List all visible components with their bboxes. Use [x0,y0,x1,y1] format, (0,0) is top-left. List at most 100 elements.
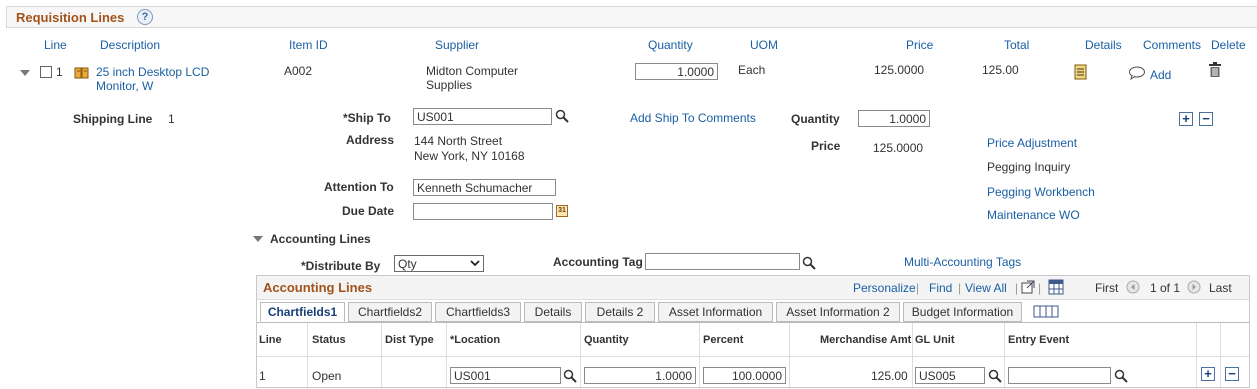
line-supplier: Midton Computer [426,64,519,78]
ship-quantity-input[interactable]: 1.0000 [858,110,930,127]
show-all-columns-icon[interactable] [1027,302,1065,322]
add-shipping-line-button[interactable]: + [1179,112,1193,126]
grid-col-merch-amt: Merchandise Amt [820,334,912,346]
download-spreadsheet-icon[interactable] [1048,279,1064,295]
grid-entry-event-input[interactable] [1008,367,1111,384]
add-ship-to-comments-link[interactable]: Add Ship To Comments [630,111,756,125]
tab-chartfields3[interactable]: Chartfields3 [435,302,521,322]
pegging-workbench-link[interactable]: Pegging Workbench [987,185,1095,199]
accounting-collapse-icon[interactable] [253,236,263,242]
remove-shipping-line-button[interactable]: − [1199,112,1213,126]
grid-gl-unit-input[interactable]: US005 [915,367,985,384]
tab-budget-information[interactable]: Budget Information [903,302,1022,322]
add-accounting-row-button[interactable]: + [1201,367,1215,381]
col-item-id[interactable]: Item ID [289,38,328,52]
grid-col-gl-unit: GL Unit [915,334,955,346]
address-line-1: 144 North Street [414,134,503,148]
new-window-icon[interactable] [1021,280,1035,294]
grid-col-entry-event: Entry Event [1008,334,1070,346]
grid-col-percent: Percent [703,334,744,346]
grid-row-line: 1 [259,369,266,383]
accounting-heading[interactable]: Accounting Lines [270,232,371,246]
tab-chartfields1[interactable]: Chartfields1 [260,302,345,322]
previous-arrow-icon[interactable] [1126,280,1140,294]
grid-percent-input[interactable]: 100.0000 [703,367,786,384]
line-quantity-input[interactable]: 1.0000 [635,63,718,80]
grid-quantity-input[interactable]: 1.0000 [584,367,696,384]
grid-col-location: *Location [450,334,501,346]
add-comment-link[interactable]: Add [1150,68,1171,82]
tab-asset-information-2[interactable]: Asset Information 2 [776,302,900,322]
tab-details[interactable]: Details [524,302,582,322]
location-lookup-icon[interactable] [563,369,577,383]
distribute-by-select[interactable]: Qty [394,255,484,272]
ship-to-lookup-icon[interactable] [555,109,569,123]
entry-event-lookup-icon[interactable] [1114,369,1128,383]
tab-details-2[interactable]: Details 2 [585,302,655,322]
tab-chartfields2[interactable]: Chartfields2 [348,302,432,322]
multi-accounting-tags-link[interactable]: Multi-Accounting Tags [904,255,1021,269]
col-delete: Delete [1211,38,1246,52]
grid-col-line: Line [259,334,282,346]
remove-accounting-row-button[interactable]: − [1225,367,1239,381]
col-supplier[interactable]: Supplier [435,38,479,52]
delete-trash-icon[interactable] [1208,62,1222,78]
last-label: Last [1209,281,1232,295]
accounting-tag-lookup-icon[interactable] [802,256,816,270]
accounting-tag-label: Accounting Tag [553,255,643,269]
next-arrow-icon[interactable] [1187,280,1201,294]
line-total: 125.00 [982,63,1019,77]
col-uom[interactable]: UOM [750,38,778,52]
col-details: Details [1085,38,1122,52]
shipping-line-number: 1 [168,112,175,126]
col-line[interactable]: Line [44,38,67,52]
line-description-link[interactable]: 25 inch Desktop LCD [96,65,209,79]
col-total[interactable]: Total [1004,38,1029,52]
grid-title: Accounting Lines [263,280,373,295]
line-description-link-2[interactable]: Monitor, W [96,79,153,93]
catalog-book-icon[interactable] [74,66,90,80]
attention-label: Attention To [324,180,394,194]
line-supplier-2: Supplies [426,78,473,92]
distribute-by-label: *Distribute By [301,259,381,273]
line-price: 125.0000 [874,63,925,77]
price-adjustment-link[interactable]: Price Adjustment [987,136,1077,150]
col-quantity[interactable]: Quantity [648,38,693,52]
grid-col-status: Status [312,334,346,346]
pegging-inquiry-text: Pegging Inquiry [987,160,1071,174]
shipping-line-label: Shipping Line [73,112,153,126]
ship-to-label: *Ship To [343,111,391,125]
maintenance-wo-link[interactable]: Maintenance WO [987,208,1080,222]
line-uom: Each [738,63,766,77]
tab-asset-information[interactable]: Asset Information [658,302,773,322]
details-icon[interactable] [1073,64,1089,80]
ship-to-input[interactable]: US001 [413,108,552,125]
accounting-grid: Accounting Lines Personalize | Find | Vi… [256,275,1250,389]
chevron-down-icon [470,260,480,267]
section-header: Requisition Lines ? [6,6,1257,28]
personalize-link[interactable]: Personalize [853,281,916,295]
accounting-tag-input[interactable] [645,253,800,270]
col-description[interactable]: Description [100,38,160,52]
view-all-link[interactable]: View All [965,281,1007,295]
calendar-icon[interactable]: 31 [556,205,568,217]
line-number: 1 [56,65,63,79]
col-price[interactable]: Price [906,38,933,52]
gl-unit-lookup-icon[interactable] [988,369,1002,383]
help-icon[interactable]: ? [137,9,153,25]
grid-location-input[interactable]: US001 [450,367,561,384]
comment-bubble-icon[interactable] [1128,66,1146,80]
col-comments: Comments [1143,38,1202,52]
due-date-input[interactable] [413,203,553,220]
address-line-2: New York, NY 10168 [414,149,525,163]
line-select-checkbox[interactable] [40,66,52,78]
collapse-line-icon[interactable] [20,70,30,76]
section-title: Requisition Lines [16,10,125,25]
find-link[interactable]: Find [929,281,952,295]
attention-input[interactable]: Kenneth Schumacher [413,179,556,196]
first-label: First [1095,281,1119,295]
ship-price: 125.0000 [873,141,924,155]
line-item-id: A002 [284,64,313,78]
distribute-by-value: Qty [398,257,417,271]
grid-merch-amt: 125.00 [871,369,908,383]
